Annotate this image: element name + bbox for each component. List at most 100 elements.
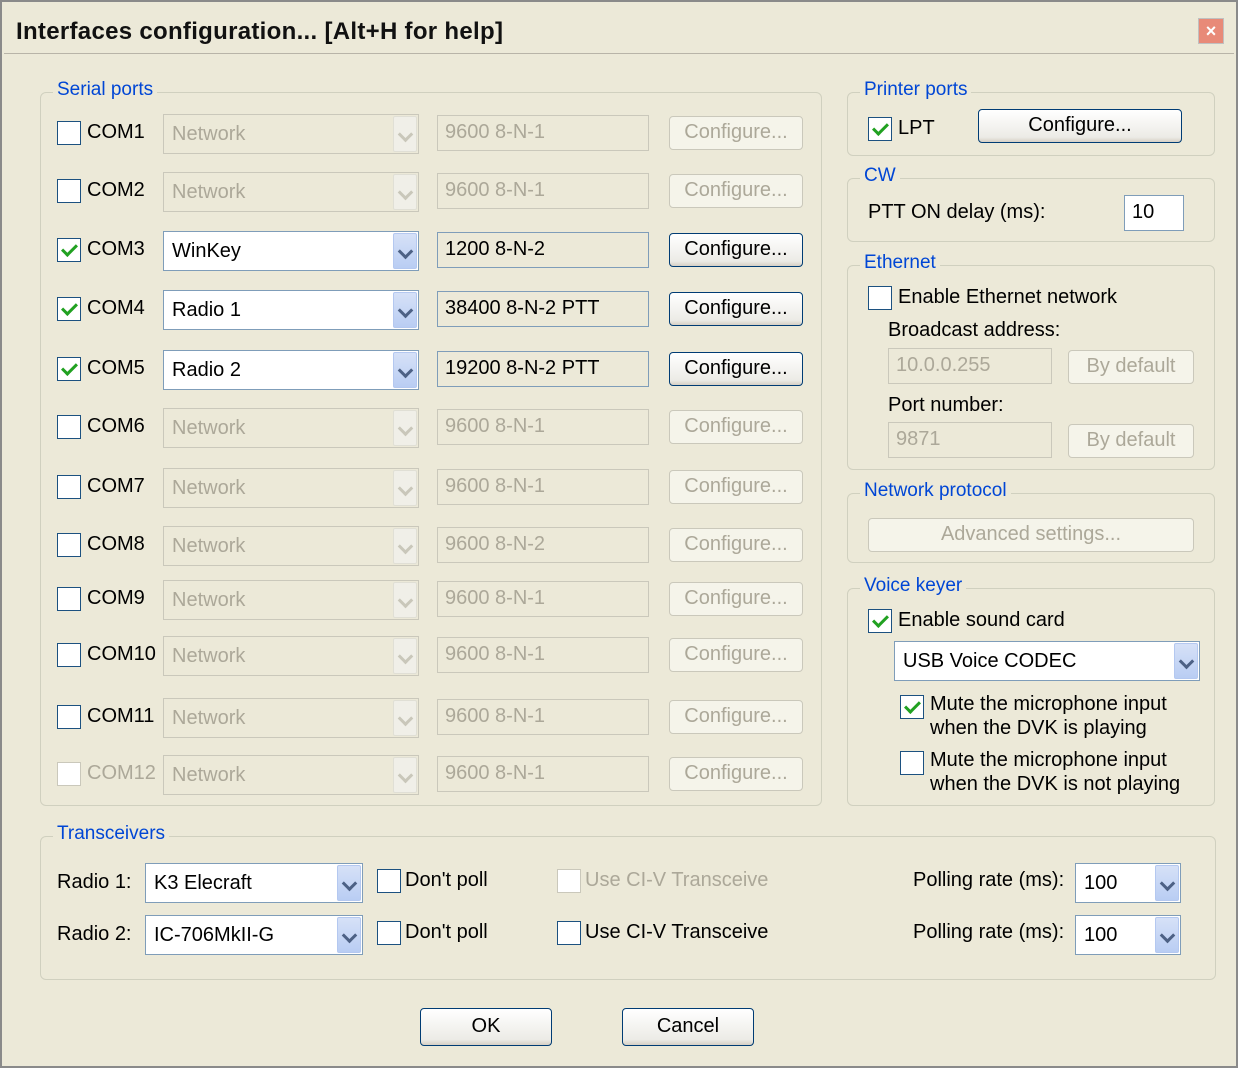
chevron-down-icon[interactable] bbox=[393, 410, 417, 446]
chevron-down-icon[interactable] bbox=[1155, 917, 1179, 953]
chevron-down-icon[interactable] bbox=[1155, 865, 1179, 901]
device-select[interactable]: Network bbox=[163, 408, 419, 448]
com-port-label: COM1 bbox=[87, 121, 145, 143]
chevron-down-icon[interactable] bbox=[393, 470, 417, 506]
device-select[interactable]: Network bbox=[163, 580, 419, 620]
configure-button[interactable]: Configure... bbox=[669, 116, 803, 150]
transceivers-group: Transceivers Radio 1: K3 Elecraft Don't po… bbox=[40, 823, 1216, 980]
configure-button[interactable]: Configure... bbox=[669, 233, 803, 267]
device-select[interactable]: Network bbox=[163, 698, 419, 738]
com-checkbox[interactable] bbox=[57, 762, 81, 786]
cancel-button[interactable]: Cancel bbox=[622, 1008, 754, 1046]
com-checkbox[interactable] bbox=[57, 705, 81, 729]
device-select[interactable]: Network bbox=[163, 172, 419, 212]
com-checkbox[interactable] bbox=[57, 179, 81, 203]
mute-when-not-playing-checkbox[interactable] bbox=[900, 751, 924, 775]
polling-rate-select[interactable]: 100 bbox=[1075, 915, 1181, 955]
polling-rate-select[interactable]: 100 bbox=[1075, 863, 1181, 903]
port-settings-field: 19200 8-N-2 PTT bbox=[437, 351, 649, 387]
polling-rate-label: Polling rate (ms): bbox=[913, 921, 1065, 943]
chevron-down-icon[interactable] bbox=[393, 352, 417, 388]
port-settings-field: 9600 8-N-1 bbox=[437, 469, 649, 505]
device-select[interactable]: Network bbox=[163, 468, 419, 508]
sound-device-select[interactable]: USB Voice CODEC bbox=[894, 641, 1200, 681]
lpt-configure-button[interactable]: Configure... bbox=[978, 109, 1182, 143]
dont-poll-checkbox[interactable] bbox=[377, 921, 401, 945]
com-checkbox[interactable] bbox=[57, 415, 81, 439]
dont-poll-checkbox[interactable] bbox=[377, 869, 401, 893]
device-select[interactable]: Network bbox=[163, 636, 419, 676]
com-port-label: COM7 bbox=[87, 475, 145, 497]
com-checkbox[interactable] bbox=[57, 297, 81, 321]
chevron-down-icon[interactable] bbox=[1174, 643, 1198, 679]
com-checkbox[interactable] bbox=[57, 533, 81, 557]
port-settings-field: 9600 8-N-1 bbox=[437, 756, 649, 792]
com-checkbox[interactable] bbox=[57, 238, 81, 262]
com-port-label: COM2 bbox=[87, 179, 145, 201]
enable-sound-card-checkbox[interactable] bbox=[868, 609, 892, 633]
chevron-down-icon[interactable] bbox=[393, 174, 417, 210]
configure-button[interactable]: Configure... bbox=[669, 582, 803, 616]
configure-button[interactable]: Configure... bbox=[669, 292, 803, 326]
serial-ports-title: Serial ports bbox=[53, 79, 158, 101]
broadcast-default-button[interactable]: By default bbox=[1068, 350, 1194, 384]
dialog-window: Interfaces configuration... [Alt+H for h… bbox=[0, 0, 1238, 1068]
configure-button[interactable]: Configure... bbox=[669, 757, 803, 791]
configure-button[interactable]: Configure... bbox=[669, 470, 803, 504]
chevron-down-icon[interactable] bbox=[393, 116, 417, 152]
port-settings-field: 9600 8-N-1 bbox=[437, 173, 649, 209]
device-select[interactable]: Radio 1 bbox=[163, 290, 419, 330]
device-select[interactable]: Network bbox=[163, 114, 419, 154]
lpt-label: LPT bbox=[898, 117, 935, 139]
chevron-down-icon[interactable] bbox=[393, 700, 417, 736]
chevron-down-icon[interactable] bbox=[337, 917, 361, 953]
radio-model-select[interactable]: K3 Elecraft bbox=[145, 863, 363, 903]
device-value: Radio 1 bbox=[172, 299, 241, 321]
configure-button[interactable]: Configure... bbox=[669, 352, 803, 386]
ethernet-title: Ethernet bbox=[860, 252, 940, 274]
configure-button[interactable]: Configure... bbox=[669, 174, 803, 208]
lpt-checkbox[interactable] bbox=[868, 117, 892, 141]
ptt-delay-label: PTT ON delay (ms): bbox=[868, 201, 1046, 223]
com-port-label: COM6 bbox=[87, 415, 145, 437]
chevron-down-icon[interactable] bbox=[393, 528, 417, 564]
com-checkbox[interactable] bbox=[57, 357, 81, 381]
civ-transceive-checkbox[interactable] bbox=[557, 869, 581, 893]
cw-title: CW bbox=[860, 165, 900, 187]
port-default-button[interactable]: By default bbox=[1068, 424, 1194, 458]
com-checkbox[interactable] bbox=[57, 587, 81, 611]
broadcast-address-input[interactable]: 10.0.0.255 bbox=[888, 348, 1052, 384]
ok-button[interactable]: OK bbox=[420, 1008, 552, 1046]
radio-label: Radio 1: bbox=[57, 871, 132, 893]
device-select[interactable]: Radio 2 bbox=[163, 350, 419, 390]
close-icon[interactable]: × bbox=[1198, 18, 1224, 44]
com-port-label: COM10 bbox=[87, 643, 156, 665]
configure-button[interactable]: Configure... bbox=[669, 700, 803, 734]
com-checkbox[interactable] bbox=[57, 475, 81, 499]
radio-model-select[interactable]: IC-706MkII-G bbox=[145, 915, 363, 955]
port-settings-field: 38400 8-N-2 PTT bbox=[437, 291, 649, 327]
configure-button[interactable]: Configure... bbox=[669, 638, 803, 672]
chevron-down-icon[interactable] bbox=[393, 233, 417, 269]
device-select[interactable]: WinKey bbox=[163, 231, 419, 271]
chevron-down-icon[interactable] bbox=[393, 292, 417, 328]
chevron-down-icon[interactable] bbox=[393, 757, 417, 793]
port-number-input[interactable]: 9871 bbox=[888, 422, 1052, 458]
radio-model-value: K3 Elecraft bbox=[154, 872, 252, 894]
com-checkbox[interactable] bbox=[57, 643, 81, 667]
mute-when-playing-checkbox[interactable] bbox=[900, 695, 924, 719]
device-select[interactable]: Network bbox=[163, 526, 419, 566]
ptt-delay-input[interactable]: 10 bbox=[1124, 195, 1184, 231]
device-select[interactable]: Network bbox=[163, 755, 419, 795]
com-port-label: COM11 bbox=[87, 705, 155, 727]
enable-ethernet-checkbox[interactable] bbox=[868, 286, 892, 310]
configure-button[interactable]: Configure... bbox=[669, 528, 803, 562]
com-checkbox[interactable] bbox=[57, 121, 81, 145]
advanced-settings-button[interactable]: Advanced settings... bbox=[868, 518, 1194, 552]
civ-transceive-checkbox[interactable] bbox=[557, 921, 581, 945]
chevron-down-icon[interactable] bbox=[393, 638, 417, 674]
dont-poll-label: Don't poll bbox=[405, 869, 488, 891]
chevron-down-icon[interactable] bbox=[337, 865, 361, 901]
chevron-down-icon[interactable] bbox=[393, 582, 417, 618]
configure-button[interactable]: Configure... bbox=[669, 410, 803, 444]
